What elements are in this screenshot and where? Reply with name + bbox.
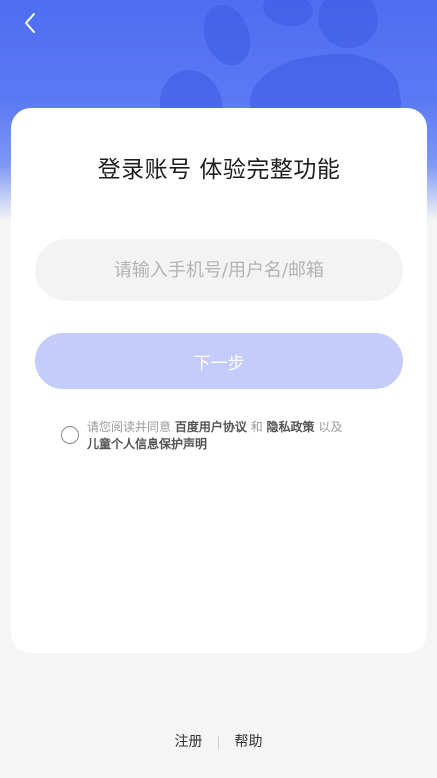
paw-decoration xyxy=(195,0,259,72)
paw-decoration xyxy=(260,0,316,31)
child-privacy-link[interactable]: 儿童个人信息保护声明 xyxy=(87,437,207,451)
chevron-left-icon xyxy=(25,13,35,33)
user-agreement-link[interactable]: 百度用户协议 xyxy=(175,420,247,434)
account-input[interactable] xyxy=(35,239,403,301)
agreement-text: 请您阅读并同意 百度用户协议 和 隐私政策 以及儿童个人信息保护声明 xyxy=(87,419,387,453)
footer-separator: | xyxy=(216,735,221,749)
agree-checkbox[interactable] xyxy=(61,426,79,444)
paw-decoration xyxy=(308,0,388,58)
next-button[interactable]: 下一步 xyxy=(35,333,403,389)
back-button[interactable] xyxy=(18,10,44,36)
footer-links: 注册 | 帮助 xyxy=(0,731,437,751)
login-page: 登录账号 体验完整功能 下一步 请您阅读并同意 百度用户协议 和 隐私政策 以及… xyxy=(0,0,437,778)
agreement-and-also: 以及 xyxy=(318,420,343,434)
page-title: 登录账号 体验完整功能 xyxy=(97,157,341,183)
agreement-prefix: 请您阅读并同意 xyxy=(87,420,172,434)
login-card: 登录账号 体验完整功能 下一步 请您阅读并同意 百度用户协议 和 隐私政策 以及… xyxy=(11,108,427,653)
agreement-and: 和 xyxy=(250,420,263,434)
help-link[interactable]: 帮助 xyxy=(235,734,263,750)
privacy-policy-link[interactable]: 隐私政策 xyxy=(267,420,315,434)
register-link[interactable]: 注册 xyxy=(174,734,202,750)
